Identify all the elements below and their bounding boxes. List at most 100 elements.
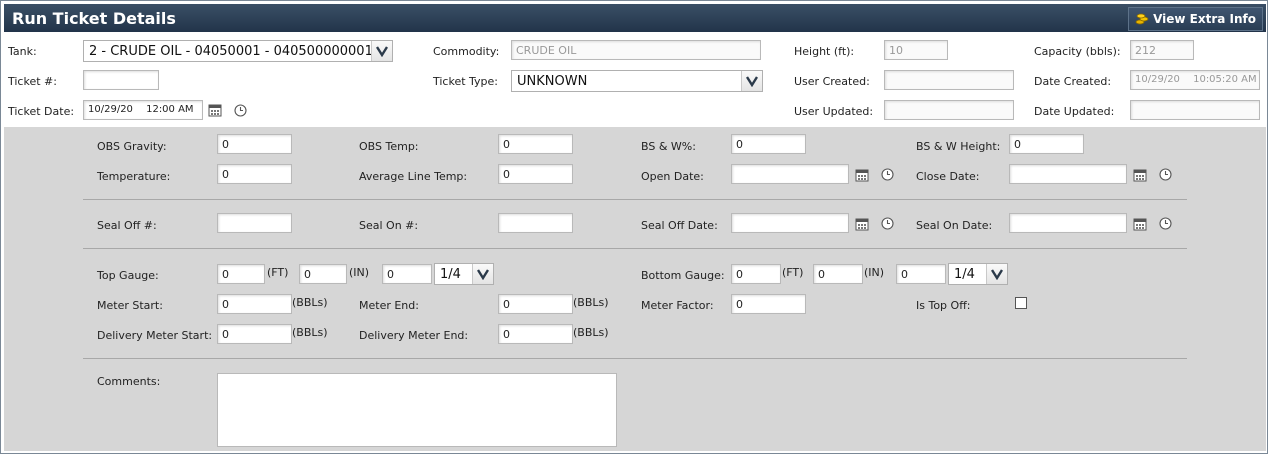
bottom-gauge-ft-input[interactable]: 0 bbox=[731, 264, 781, 284]
meter-end-input[interactable]: 0 bbox=[498, 294, 573, 314]
clock-icon[interactable] bbox=[881, 168, 894, 181]
ticket-number-input[interactable] bbox=[83, 70, 159, 90]
run-ticket-window: Run Ticket Details View Extra Info Tank:… bbox=[0, 0, 1268, 454]
height-input[interactable]: 10 bbox=[884, 40, 948, 60]
ft-unit-label: (FT) bbox=[267, 266, 289, 279]
top-gauge-fraction-select[interactable]: 1/4 bbox=[434, 263, 494, 285]
bottom-gauge-label: Bottom Gauge: bbox=[641, 269, 725, 282]
commodity-label: Commodity: bbox=[433, 45, 500, 58]
height-label: Height (ft): bbox=[794, 45, 855, 58]
seal-on-date-label: Seal On Date: bbox=[916, 219, 993, 232]
ticket-type-label: Ticket Type: bbox=[433, 75, 499, 88]
clock-icon[interactable] bbox=[1159, 168, 1172, 181]
header-bar: Run Ticket Details View Extra Info bbox=[4, 4, 1266, 32]
commodity-input[interactable]: CRUDE OIL bbox=[511, 40, 761, 60]
bsw-height-input[interactable]: 0 bbox=[1009, 134, 1084, 154]
bsw-height-label: BS & W Height: bbox=[916, 140, 1001, 153]
comments-textarea[interactable] bbox=[217, 373, 617, 447]
user-created-label: User Created: bbox=[794, 75, 870, 88]
user-updated-label: User Updated: bbox=[794, 105, 874, 118]
seal-on-label: Seal On #: bbox=[359, 219, 419, 232]
seal-on-input[interactable] bbox=[498, 213, 573, 233]
bsw-percent-label: BS & W%: bbox=[641, 140, 696, 153]
comments-label: Comments: bbox=[97, 375, 161, 388]
clock-icon[interactable] bbox=[1159, 217, 1172, 230]
obs-temp-label: OBS Temp: bbox=[359, 140, 419, 153]
delivery-meter-end-input[interactable]: 0 bbox=[498, 324, 573, 344]
ticket-type-dropdown-arrow[interactable] bbox=[741, 71, 762, 91]
chevron-down-icon bbox=[376, 46, 388, 57]
bottom-gauge-fraction-dropdown-arrow[interactable] bbox=[986, 264, 1007, 284]
date-updated-input[interactable] bbox=[1130, 100, 1260, 120]
chevron-down-icon bbox=[477, 269, 489, 280]
seal-on-date-input[interactable] bbox=[1009, 213, 1127, 233]
user-created-input[interactable] bbox=[884, 70, 1014, 90]
open-date-label: Open Date: bbox=[641, 170, 704, 183]
close-date-label: Close Date: bbox=[916, 170, 980, 183]
bottom-gauge-in-input[interactable]: 0 bbox=[813, 264, 863, 284]
bbl-unit-label: (BBLs) bbox=[292, 296, 328, 309]
date-created-label: Date Created: bbox=[1034, 75, 1112, 88]
average-line-temp-input[interactable]: 0 bbox=[498, 164, 573, 184]
meter-factor-input[interactable]: 0 bbox=[731, 294, 806, 314]
top-gauge-fraction-input[interactable]: 0 bbox=[382, 264, 432, 284]
ticket-type-select[interactable]: UNKNOWN bbox=[511, 70, 763, 92]
bbl-unit-label: (BBLs) bbox=[292, 326, 328, 339]
seal-off-date-label: Seal Off Date: bbox=[641, 219, 718, 232]
calendar-icon[interactable] bbox=[855, 217, 869, 231]
section-divider bbox=[83, 248, 1187, 249]
meter-end-label: Meter End: bbox=[359, 299, 419, 312]
delivery-meter-start-label: Delivery Meter Start: bbox=[97, 329, 213, 342]
user-updated-input[interactable] bbox=[884, 100, 1014, 120]
bottom-gauge-fraction-input[interactable]: 0 bbox=[896, 264, 946, 284]
date-updated-label: Date Updated: bbox=[1034, 105, 1115, 118]
ticket-date-input[interactable]: 10/29/20 12:00 AM bbox=[83, 100, 203, 120]
section-divider bbox=[83, 199, 1187, 200]
bbl-unit-label: (BBLs) bbox=[573, 296, 609, 309]
bottom-gauge-fraction-select[interactable]: 1/4 bbox=[948, 263, 1008, 285]
tank-dropdown-arrow[interactable] bbox=[371, 41, 392, 61]
calendar-icon[interactable] bbox=[208, 103, 222, 117]
tank-select[interactable]: 2 - CRUDE OIL - 04050001 - 040500000001 bbox=[83, 40, 393, 62]
top-gauge-fraction-dropdown-arrow[interactable] bbox=[472, 264, 493, 284]
close-date-input[interactable] bbox=[1009, 164, 1127, 184]
clock-icon[interactable] bbox=[881, 217, 894, 230]
bbl-unit-label: (BBLs) bbox=[573, 326, 609, 339]
ticket-date-label: Ticket Date: bbox=[8, 105, 75, 118]
obs-gravity-input[interactable]: 0 bbox=[217, 134, 292, 154]
calendar-icon[interactable] bbox=[855, 168, 869, 182]
meter-start-input[interactable]: 0 bbox=[217, 294, 292, 314]
temperature-input[interactable]: 0 bbox=[217, 164, 292, 184]
capacity-label: Capacity (bbls): bbox=[1034, 45, 1121, 58]
delivery-meter-start-input[interactable]: 0 bbox=[217, 324, 292, 344]
calendar-icon[interactable] bbox=[1133, 217, 1147, 231]
open-date-input[interactable] bbox=[731, 164, 849, 184]
temperature-label: Temperature: bbox=[97, 170, 171, 183]
tank-selected-value: 2 - CRUDE OIL - 04050001 - 040500000001 bbox=[89, 44, 373, 59]
date-created-input[interactable]: 10/29/20 10:05:20 AM bbox=[1130, 70, 1260, 90]
in-unit-label: (IN) bbox=[349, 266, 370, 279]
average-line-temp-label: Average Line Temp: bbox=[359, 170, 468, 183]
top-gauge-ft-input[interactable]: 0 bbox=[217, 264, 265, 284]
tank-label: Tank: bbox=[8, 45, 37, 58]
seal-off-date-input[interactable] bbox=[731, 213, 849, 233]
obs-gravity-label: OBS Gravity: bbox=[97, 140, 167, 153]
meter-factor-label: Meter Factor: bbox=[641, 299, 714, 312]
page-title: Run Ticket Details bbox=[12, 9, 176, 28]
top-gauge-fraction-value: 1/4 bbox=[440, 267, 461, 282]
seal-off-input[interactable] bbox=[217, 213, 292, 233]
view-extra-info-label: View Extra Info bbox=[1153, 12, 1256, 26]
ft-unit-label: (FT) bbox=[782, 266, 804, 279]
delivery-meter-end-label: Delivery Meter End: bbox=[359, 329, 469, 342]
capacity-input[interactable]: 212 bbox=[1130, 40, 1194, 60]
view-extra-info-button[interactable]: View Extra Info bbox=[1128, 7, 1263, 31]
chevron-down-icon bbox=[746, 76, 758, 87]
is-top-off-label: Is Top Off: bbox=[916, 299, 971, 312]
coins-icon bbox=[1135, 13, 1149, 25]
clock-icon[interactable] bbox=[234, 104, 247, 117]
bsw-percent-input[interactable]: 0 bbox=[731, 134, 806, 154]
is-top-off-checkbox[interactable] bbox=[1015, 297, 1027, 309]
obs-temp-input[interactable]: 0 bbox=[498, 134, 573, 154]
top-gauge-in-input[interactable]: 0 bbox=[299, 264, 347, 284]
calendar-icon[interactable] bbox=[1133, 168, 1147, 182]
